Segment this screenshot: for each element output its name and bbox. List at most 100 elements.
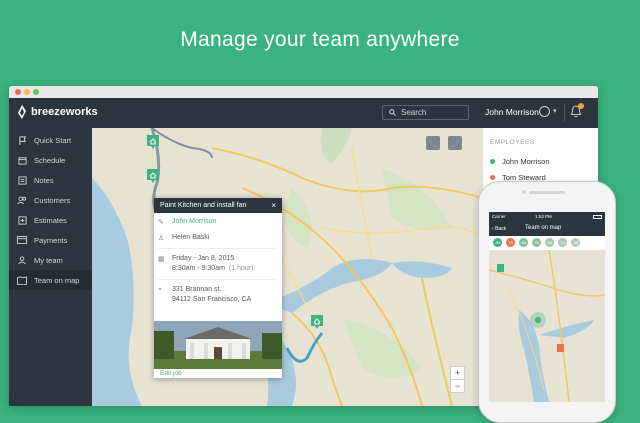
user-avatar-icon[interactable] — [539, 106, 550, 117]
page-headline: Manage your team anywhere — [180, 28, 460, 51]
team-icon — [17, 255, 27, 265]
sidebar-item-schedule[interactable]: Schedule — [9, 150, 92, 170]
popup-date: Friday - Jan 8, 2015 — [172, 255, 235, 262]
phone-status-bar: Carrier 1:53 PM — [489, 212, 605, 222]
phone-back-button[interactable]: ‹ Back — [492, 226, 506, 232]
employee-avatar[interactable]: JM — [571, 238, 580, 247]
calendar-icon — [17, 155, 27, 165]
logo-text: breezeworks — [31, 106, 98, 118]
breezeworks-logo-icon — [18, 105, 26, 119]
popup-header: Paint Kitchen and install fan × — [154, 198, 282, 213]
battery-icon — [593, 215, 602, 219]
popup-assignee-row[interactable]: ✎ John Morrison — [158, 218, 278, 226]
job-popup: Paint Kitchen and install fan × ✎ John M… — [154, 198, 282, 378]
sidebar-item-label: Schedule — [34, 155, 66, 165]
phone-speaker — [529, 191, 565, 194]
phone-mockup: Carrier 1:53 PM ‹ Back Team on map JM TS… — [478, 181, 616, 423]
sidebar-item-label: Quick Start — [34, 135, 72, 145]
phone-title: Team on map — [525, 225, 562, 231]
popup-duration: (1 hour) — [228, 265, 254, 272]
flag-icon — [17, 135, 27, 145]
user-name[interactable]: John Morrison — [485, 107, 539, 117]
wrench-icon: ✎ — [158, 219, 164, 226]
maximize-dot[interactable] — [33, 89, 39, 95]
minimize-dot[interactable] — [24, 89, 30, 95]
location-pin-icon[interactable] — [310, 314, 324, 330]
chevron-down-icon[interactable]: ▾ — [553, 107, 557, 115]
search-icon — [389, 109, 396, 116]
map-icon — [17, 275, 27, 285]
house-photo — [154, 321, 282, 369]
zoom-in-button[interactable]: + — [450, 366, 465, 380]
popup-date-row: ▦ Friday - Jan 8, 2015 — [158, 255, 278, 263]
employee-avatar[interactable]: TS — [506, 238, 515, 247]
popup-title: Paint Kitchen and install fan — [160, 202, 247, 209]
sidebar-item-payments[interactable]: Payments — [9, 230, 92, 250]
sidebar-item-label: My team — [34, 255, 63, 265]
popup-assignee: John Morrison — [172, 218, 217, 225]
employee-avatar[interactable]: JM — [545, 238, 554, 247]
sidebar-item-label: Customers — [34, 195, 71, 205]
popup-address-row: ⌖ 331 Brannan st. — [158, 286, 278, 294]
logo[interactable]: breezeworks — [17, 105, 98, 119]
zoom-out-button[interactable]: − — [450, 379, 465, 393]
divider — [158, 248, 278, 249]
popup-address-line1: 331 Brannan st. — [172, 286, 222, 293]
divider — [158, 279, 278, 280]
search-input[interactable]: Search — [382, 105, 469, 120]
top-bar: breezeworks Search John Morrison ▾ — [9, 98, 598, 128]
person-icon: ♙ — [158, 235, 165, 242]
customers-icon — [17, 195, 27, 205]
sidebar-item-customers[interactable]: Customers — [9, 190, 92, 210]
phone-nav-bar: ‹ Back Team on map — [489, 222, 605, 236]
sidebar-item-label: Estimates — [34, 215, 67, 225]
popup-time-row: 8:30am - 9:30am (1 hour) — [158, 265, 278, 272]
employees-header: EMPLOYEES — [490, 139, 535, 146]
phone-screen: Carrier 1:53 PM ‹ Back Team on map JM TS… — [489, 212, 605, 402]
employee-name: John Morrison — [502, 156, 550, 166]
payments-icon — [17, 235, 27, 245]
calendar-icon: ▦ — [158, 256, 165, 263]
edit-job-link[interactable]: Edit job — [160, 370, 182, 377]
popup-customer: Helen Baski — [172, 234, 210, 241]
popup-address-row-2: 94112 San Francisco, CA — [158, 296, 278, 303]
estimates-icon — [17, 215, 27, 225]
location-icon: ⌖ — [158, 286, 162, 293]
phone-back-label: Back — [495, 226, 507, 232]
divider — [564, 104, 565, 122]
sidebar: Quick Start Schedule Notes Customers Est… — [9, 128, 92, 406]
sidebar-item-notes[interactable]: Notes — [9, 170, 92, 190]
sidebar-item-quick-start[interactable]: Quick Start — [9, 130, 92, 150]
employee-avatar[interactable]: JM — [493, 238, 502, 247]
sidebar-item-label: Payments — [34, 235, 68, 245]
close-icon[interactable]: × — [271, 201, 276, 210]
employee-avatar[interactable]: TS — [558, 238, 567, 247]
notes-icon — [17, 175, 27, 185]
location-pin-icon[interactable] — [146, 134, 160, 150]
map-layers-button[interactable] — [448, 136, 462, 150]
sidebar-item-my-team[interactable]: My team — [9, 250, 92, 270]
popup-address-line2: 94112 San Francisco, CA — [172, 296, 252, 303]
notification-badge — [578, 103, 584, 109]
sidebar-item-label: Notes — [34, 175, 54, 185]
map-view[interactable]: Paint Kitchen and install fan × ✎ John M… — [92, 128, 482, 406]
phone-time: 1:53 PM — [535, 214, 552, 219]
employee-color-dot — [490, 174, 495, 180]
phone-map[interactable] — [489, 250, 605, 402]
employee-avatar[interactable]: TS — [532, 238, 541, 247]
phone-carrier: Carrier — [492, 214, 506, 219]
employee-color-dot — [490, 158, 495, 164]
popup-time: 8:30am - 9:30am — [172, 265, 225, 272]
search-placeholder: Search — [401, 108, 427, 117]
window-chrome — [9, 86, 598, 98]
phone-avatar-row: JM TS JM TS JM TS JM — [489, 236, 605, 250]
popup-customer-row: ♙ Helen Baski — [158, 234, 278, 242]
sidebar-item-label: Team on map — [34, 275, 80, 285]
employee-avatar[interactable]: JM — [519, 238, 528, 247]
sidebar-item-estimates[interactable]: Estimates — [9, 210, 92, 230]
location-pin-icon[interactable] — [146, 168, 160, 184]
close-dot[interactable] — [15, 89, 21, 95]
sidebar-item-team-on-map[interactable]: Team on map — [9, 270, 92, 290]
map-compass-button[interactable] — [426, 136, 440, 150]
phone-camera — [522, 190, 526, 194]
